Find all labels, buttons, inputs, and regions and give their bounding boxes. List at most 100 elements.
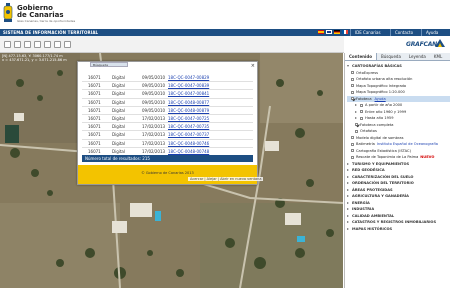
table-cell: 16071 bbox=[88, 124, 101, 130]
folder-icon[interactable]: ▸ bbox=[347, 226, 351, 231]
table-cell: 16071 bbox=[88, 75, 101, 80]
source-link[interactable]: Instituto Español de Oceanografía bbox=[377, 142, 438, 146]
folder-icon[interactable]: ▸ bbox=[347, 174, 351, 179]
table-row: 16071 Digital 17/02/2013 18C-QC-0047-00735 bbox=[82, 123, 253, 132]
folder-icon[interactable]: ▸ bbox=[347, 187, 351, 192]
checkbox[interactable] bbox=[351, 142, 355, 146]
table-cell: 09/05/2010 bbox=[142, 99, 166, 105]
results-table: 16071 Digital 09/05/2010 18C-QC-0047-00829 1… bbox=[82, 74, 253, 156]
popup-actions[interactable]: Acercar | Alejar | Abrir en nueva ventan… bbox=[188, 177, 264, 181]
layer-label: Hasta año 1959 bbox=[365, 116, 394, 120]
table-cell: 17/02/2013 bbox=[142, 132, 166, 138]
layer-label: CARTOGRAFÍAS BÁSICAS bbox=[352, 64, 402, 68]
site-header: Gobierno de Canarias Islas Canarias, tie… bbox=[0, 0, 450, 28]
checkbox[interactable] bbox=[360, 110, 364, 114]
photo-code-link[interactable]: 18C-QC-0048-00877 bbox=[168, 99, 209, 107]
gov-title-line2: de Canarias bbox=[17, 11, 64, 19]
checkbox[interactable] bbox=[351, 136, 355, 140]
nav-ide-canarias[interactable]: IDE Canarias bbox=[350, 29, 385, 36]
folder-icon[interactable]: ▸ bbox=[347, 200, 351, 205]
measure-icon[interactable] bbox=[34, 41, 41, 48]
link-icon[interactable] bbox=[64, 41, 71, 48]
photo-code-link[interactable]: 18C-QC-0047-00725 bbox=[168, 115, 209, 123]
checkbox[interactable] bbox=[360, 103, 364, 107]
layer-label: Fototeca bbox=[356, 96, 372, 101]
app-title: SISTEMA DE INFORMACIÓN TERRITORIAL bbox=[3, 30, 99, 35]
table-row: 16071 Digital 17/02/2013 18C-QC-0047-00737 bbox=[82, 131, 253, 140]
checkbox[interactable] bbox=[351, 77, 355, 81]
table-cell: Digital bbox=[112, 83, 125, 89]
folder-icon[interactable]: ▸ bbox=[347, 213, 351, 218]
checkbox[interactable] bbox=[351, 155, 355, 159]
table-cell: Digital bbox=[112, 75, 125, 80]
table-cell: 17/02/2013 bbox=[142, 115, 166, 121]
folder-icon[interactable]: ▸ bbox=[347, 161, 351, 166]
grafcan-logo-icon bbox=[435, 39, 445, 47]
zoom-in-icon[interactable] bbox=[14, 41, 21, 48]
nav-contacto[interactable]: Contacto bbox=[390, 29, 417, 36]
photo-code-link[interactable]: 18C-QC-0048-00746 bbox=[168, 140, 209, 148]
photo-code-link[interactable]: 18C-QC-0048-00879 bbox=[168, 107, 209, 115]
table-cell: 17/02/2013 bbox=[142, 124, 166, 130]
coordinates-readout: [N] 477.15.63, Y: 3060.177/1.74 m x = 43… bbox=[2, 54, 67, 62]
photo-code-link[interactable]: 18C-QC-0047-00735 bbox=[168, 123, 209, 131]
checkbox[interactable] bbox=[360, 116, 364, 120]
expand-icon[interactable]: ▸ bbox=[355, 109, 359, 114]
results-popup: Búsqueda × 16071 Digital 09/05/2010 18C-QC-… bbox=[77, 61, 258, 185]
tab-leyenda[interactable]: Leyenda bbox=[405, 53, 430, 60]
layer-label: CARACTERIZACIÓN DEL SUELO bbox=[352, 174, 414, 179]
table-row: 16071 Digital 09/05/2010 18C-QC-0047-00839 bbox=[82, 82, 253, 91]
government-seal-icon bbox=[3, 3, 13, 22]
layer-category[interactable]: ▸ MAPAS HISTÓRICOS bbox=[347, 226, 450, 233]
grafcan-logo-text: GRAFCAN bbox=[406, 41, 437, 48]
expand-icon[interactable]: ▸ bbox=[355, 116, 359, 120]
coords-line2: x = 437.671.21, y = 3.071.215.86 m bbox=[2, 58, 67, 62]
table-cell: 16071 bbox=[88, 132, 101, 138]
layer-label: Rescate de Toponimia de La Palma bbox=[356, 155, 419, 159]
photo-code-link[interactable]: 18C-QC-0047-00839 bbox=[168, 82, 209, 90]
map-toolbar bbox=[0, 36, 344, 53]
photo-code-link[interactable]: 18C-QC-0047-00829 bbox=[168, 74, 209, 82]
folder-icon[interactable]: ▾ bbox=[347, 64, 351, 68]
popup-tab[interactable]: Búsqueda bbox=[90, 62, 128, 67]
tab-contenido[interactable]: Contenido bbox=[345, 53, 377, 60]
layer-label: ÁREAS PROTEGIDAS bbox=[352, 187, 393, 192]
tab-kml[interactable]: KML bbox=[430, 53, 446, 60]
checkbox[interactable] bbox=[351, 90, 355, 94]
tab-busqueda[interactable]: Búsqueda bbox=[377, 53, 405, 60]
print-icon[interactable] bbox=[54, 41, 61, 48]
photo-code-link[interactable]: 18C-QC-0047-00841 bbox=[168, 90, 209, 98]
info-icon[interactable] bbox=[44, 41, 51, 48]
layer-label: CATASTROS Y REGISTROS INMOBILIARIOS bbox=[352, 220, 437, 224]
table-cell: Digital bbox=[112, 91, 125, 97]
folder-icon[interactable]: ▸ bbox=[347, 194, 351, 198]
zoom-out-icon[interactable] bbox=[24, 41, 31, 48]
table-cell: 09/05/2010 bbox=[142, 83, 166, 89]
checkbox[interactable] bbox=[355, 123, 359, 127]
folder-icon[interactable]: ▸ bbox=[347, 207, 351, 211]
checkbox[interactable] bbox=[351, 149, 355, 153]
layer-label: ORDENACIÓN DEL TERRITORIO bbox=[352, 181, 414, 185]
nav-ayuda[interactable]: Ayuda bbox=[421, 29, 442, 36]
flag-en-icon[interactable] bbox=[326, 30, 332, 34]
pan-icon[interactable] bbox=[4, 41, 11, 48]
table-cell: Digital bbox=[112, 140, 125, 146]
flag-fr-icon[interactable] bbox=[342, 30, 348, 34]
flag-de-icon[interactable] bbox=[334, 30, 340, 34]
checkbox[interactable] bbox=[351, 84, 355, 88]
flag-es-icon[interactable] bbox=[318, 30, 324, 34]
table-row: 16071 Digital 09/05/2010 18C-QC-0047-00841 bbox=[82, 90, 253, 99]
folder-icon[interactable]: ▸ bbox=[347, 168, 351, 172]
folder-icon[interactable]: ▸ bbox=[347, 220, 351, 224]
table-cell: Digital bbox=[112, 124, 125, 130]
help-link[interactable]: Ayuda bbox=[375, 97, 386, 101]
checkbox[interactable] bbox=[351, 71, 355, 75]
expand-icon[interactable]: ▸ bbox=[355, 103, 359, 107]
photo-code-link[interactable]: 18C-QC-0047-00737 bbox=[168, 131, 209, 139]
table-cell: Digital bbox=[112, 107, 125, 113]
folder-icon[interactable]: ▸ bbox=[347, 181, 351, 185]
close-icon[interactable]: × bbox=[251, 63, 255, 69]
new-badge: NUEVO bbox=[420, 155, 435, 159]
checkbox[interactable] bbox=[355, 129, 359, 133]
checkbox[interactable] bbox=[351, 97, 355, 101]
